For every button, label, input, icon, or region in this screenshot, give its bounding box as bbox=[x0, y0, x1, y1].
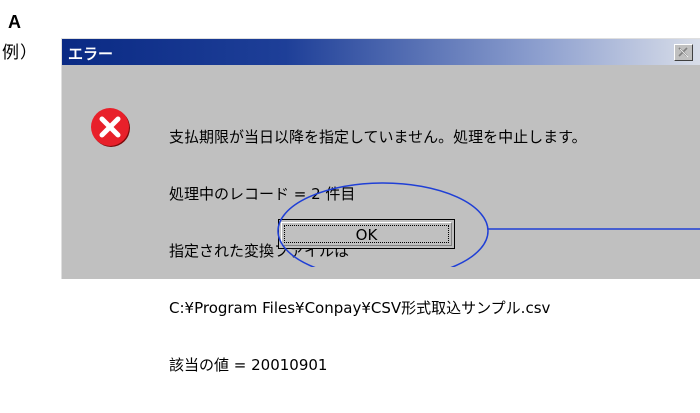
dialog-title: エラー bbox=[68, 45, 114, 63]
close-icon bbox=[678, 47, 689, 58]
message-line: C:¥Program Files¥Conpay¥CSV形式取込サンプル.csv bbox=[169, 299, 551, 317]
ok-button[interactable]: OK bbox=[278, 219, 455, 249]
message-line: 該当の値 = 20010901 bbox=[169, 356, 328, 374]
error-dialog: エラー 支払期限が当日以降を指定していません。処理を中止します。 処理中のレコー… bbox=[61, 38, 700, 374]
message-line: 支払期限が当日以降を指定していません。処理を中止します。 bbox=[169, 128, 587, 146]
dialog-titlebar[interactable]: エラー bbox=[62, 39, 700, 65]
annotation-label-a: A bbox=[8, 12, 21, 32]
close-button[interactable] bbox=[674, 44, 693, 61]
ok-button-label: OK bbox=[355, 226, 378, 244]
annotation-label-example: 例） bbox=[2, 43, 38, 63]
error-message: 支払期限が当日以降を指定していません。処理を中止します。 処理中のレコード = … bbox=[169, 90, 587, 413]
error-icon bbox=[91, 108, 130, 147]
message-line: 処理中のレコード = 2 件目 bbox=[169, 185, 356, 203]
